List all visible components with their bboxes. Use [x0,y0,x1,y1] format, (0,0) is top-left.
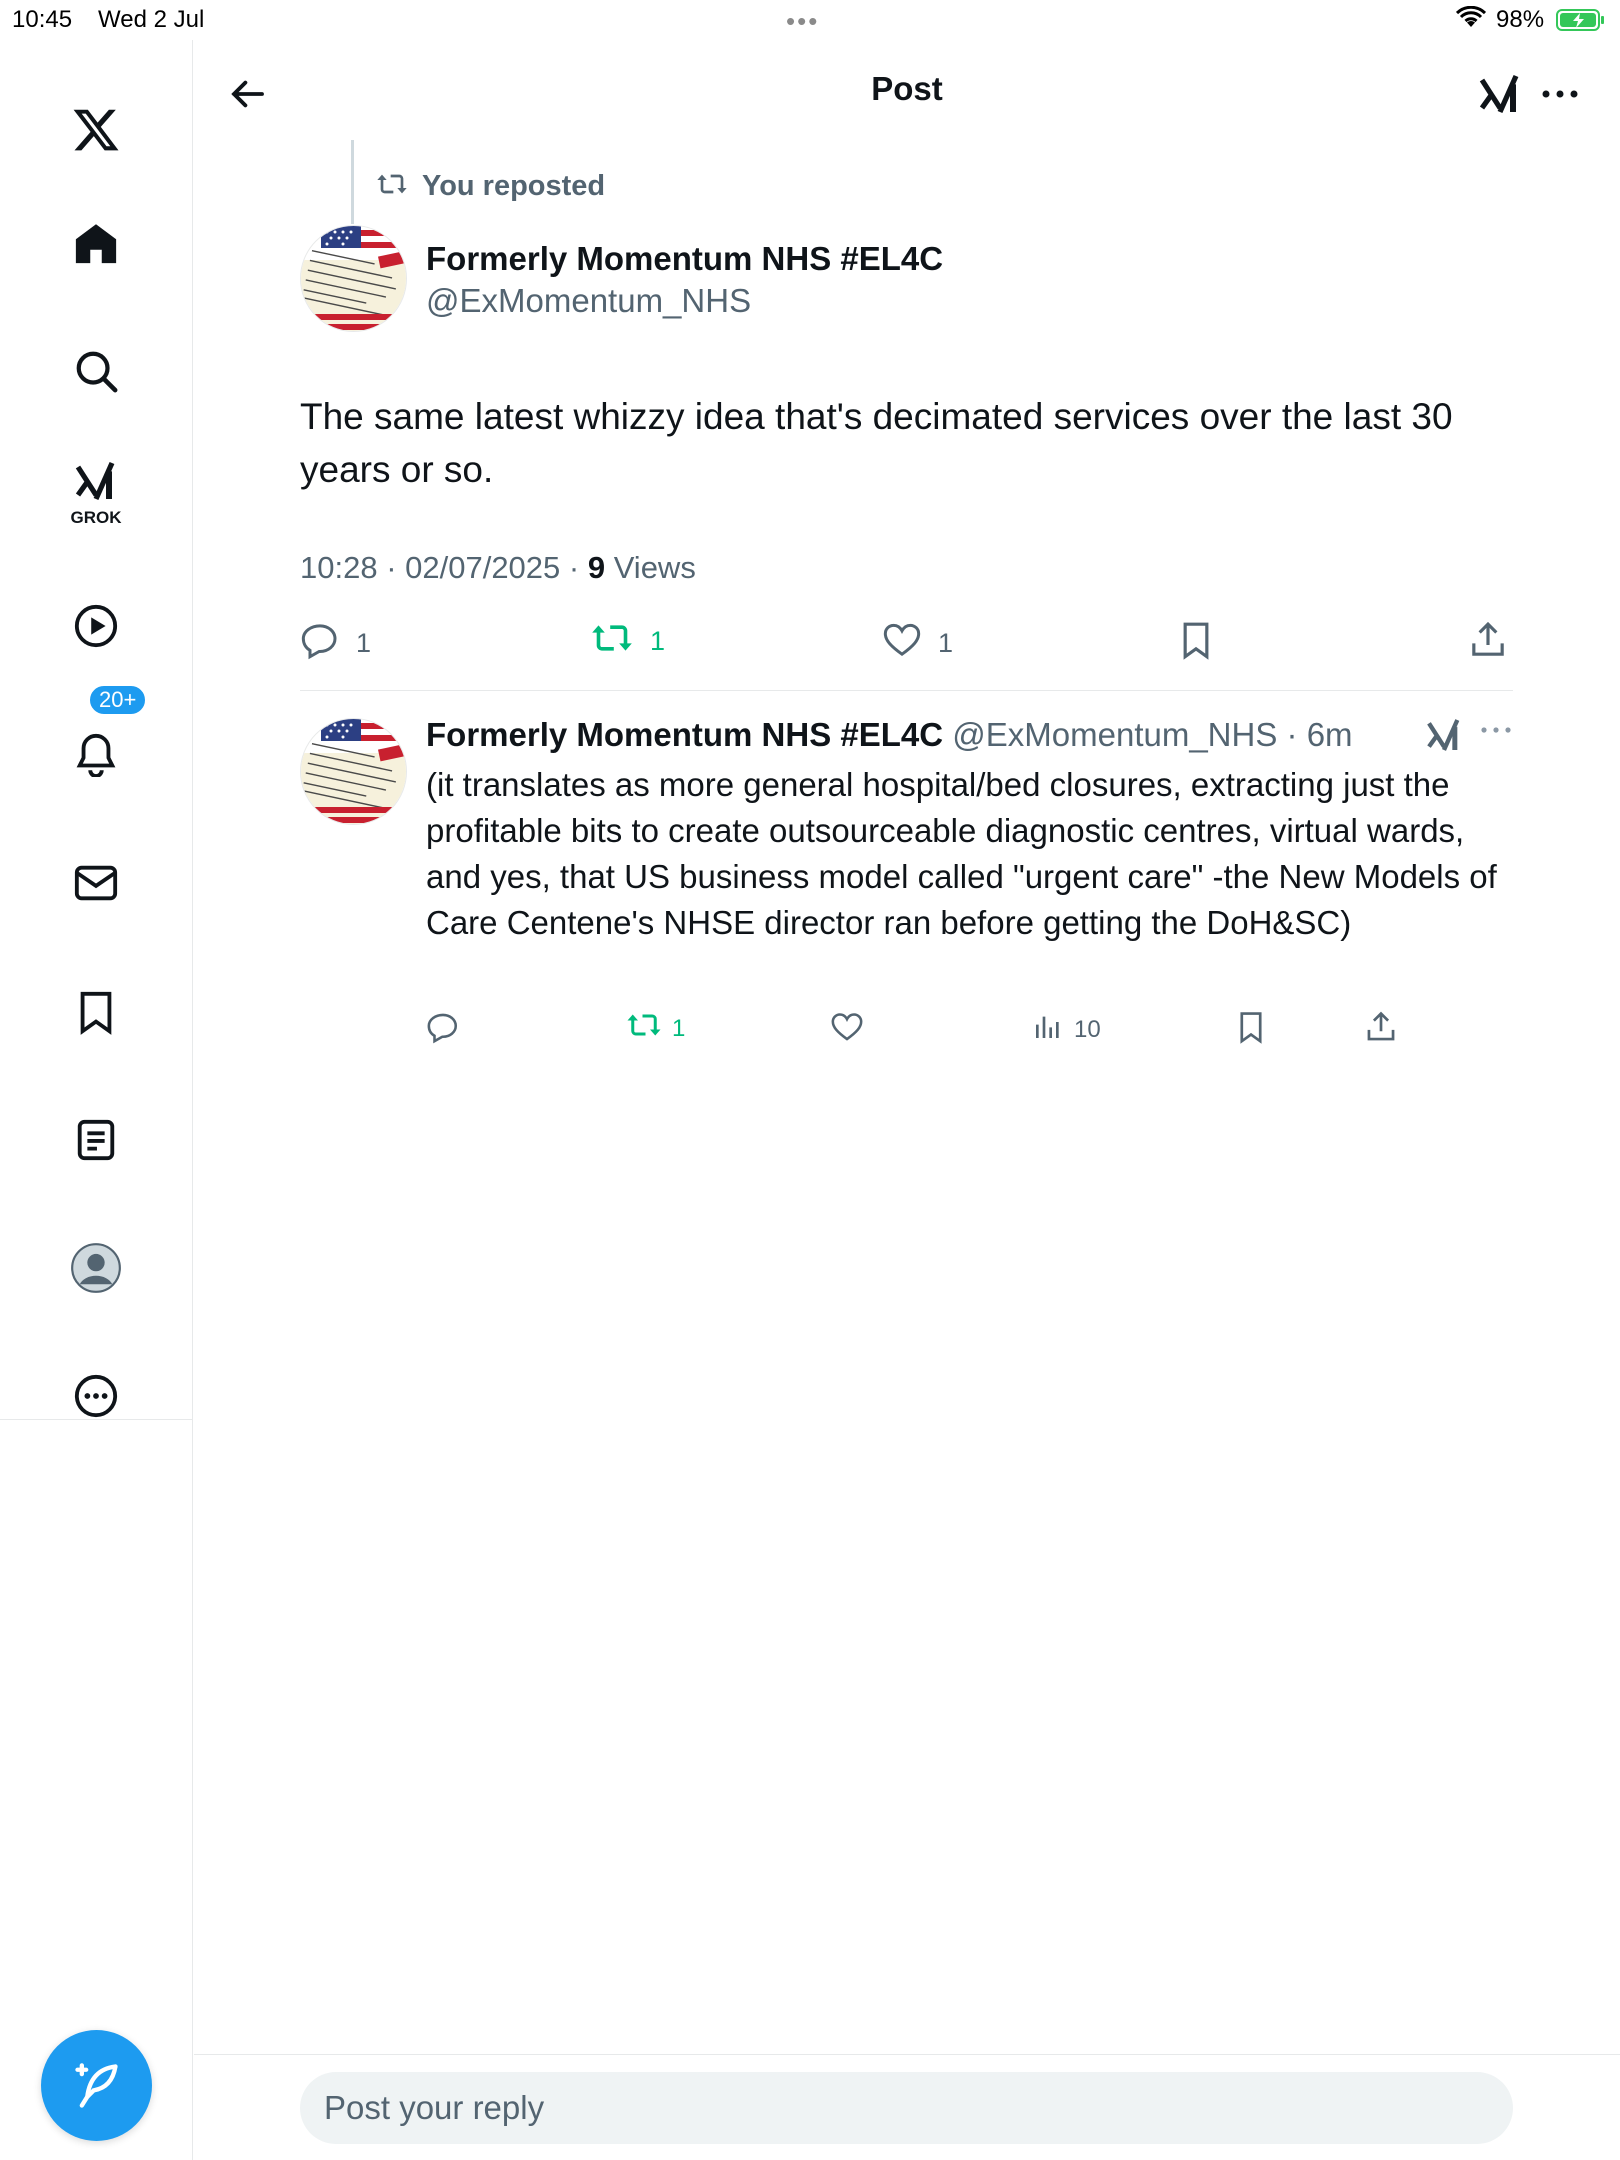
bookmark-button[interactable] [1176,620,1216,667]
wifi-icon [1455,5,1487,35]
status-time: 10:45 [12,6,73,33]
x-logo-icon[interactable] [56,90,136,170]
battery-charging-icon [1556,8,1606,37]
more-icon[interactable] [56,1356,136,1436]
heart-icon [882,620,922,667]
reply-icon [426,1010,460,1051]
lists-icon[interactable] [56,1100,136,1180]
reply-input[interactable] [300,2072,1513,2144]
composer-divider [194,2054,1620,2055]
sidebar: GROK 20+ [0,40,193,2160]
grok-icon[interactable] [1470,64,1530,124]
search-icon[interactable] [56,331,136,411]
reply-like-button[interactable] [830,1010,864,1051]
post-actions: 1 1 1 [300,620,1512,670]
reply-count: 1 [356,628,372,658]
post-header: Post [194,40,1620,140]
avatar[interactable] [300,225,407,332]
reply-views-button[interactable]: 10 [1032,1010,1101,1049]
bookmarks-icon[interactable] [56,972,136,1052]
repost-indicator: You reposted [376,170,605,203]
grok-icon[interactable] [1424,716,1464,759]
reply-reply-button[interactable] [426,1010,460,1051]
bookmark-icon [1176,620,1216,667]
repost-icon [590,620,634,663]
reply-repost-count: 1 [672,1014,686,1042]
reply-actions: 1 10 [426,1010,1426,1050]
reply-text: (it translates as more general hospital/… [426,766,1497,941]
reply-header: Formerly Momentum NHS #EL4C @ExMomentum_… [426,716,1353,753]
multitasking-dots-icon[interactable]: ••• [786,6,819,37]
like-button[interactable]: 1 [882,620,953,667]
views-label: Views [605,550,696,585]
grok-label: GROK [70,508,122,527]
repost-icon [376,170,408,203]
views-icon [1032,1010,1064,1049]
grok-icon[interactable]: GROK [56,450,136,530]
notifications-icon[interactable] [56,714,136,794]
repost-count: 1 [650,626,666,656]
like-count: 1 [938,628,954,658]
post-timestamp[interactable]: 10:28 · 02/07/2025 · [300,550,588,585]
reply-avatar[interactable] [300,718,407,825]
messages-icon[interactable] [56,843,136,923]
profile-icon[interactable] [56,1228,136,1308]
home-icon[interactable] [56,204,136,284]
reply-share-button[interactable] [1364,1010,1398,1051]
reply-button[interactable]: 1 [300,620,371,667]
page-title: Post [871,70,943,107]
reply-age[interactable]: 6m [1307,716,1353,753]
repost-button[interactable]: 1 [590,620,665,663]
battery-percent: 98% [1496,6,1545,33]
post-meta: 10:28 · 02/07/2025 · 9 Views [300,550,696,586]
compose-post-button[interactable] [41,2030,152,2141]
author-name[interactable]: Formerly Momentum NHS #EL4C [426,240,943,278]
video-icon[interactable] [56,586,136,666]
author-handle[interactable]: @ExMomentum_NHS [426,282,751,320]
status-bar: 10:45 Wed 2 Jul ••• 98% [0,0,1620,40]
reply-bookmark-button[interactable] [1234,1010,1268,1051]
sidebar-divider [0,1419,193,1420]
bookmark-icon [1234,1010,1268,1051]
reply-icon [300,620,340,667]
post-divider [300,690,1513,691]
share-icon [1364,1010,1398,1051]
reply-author-name[interactable]: Formerly Momentum NHS #EL4C [426,716,943,753]
repost-icon [626,1010,662,1047]
status-date: Wed 2 Jul [98,6,205,33]
notifications-badge: 20+ [88,684,148,716]
share-icon [1468,620,1508,667]
reply-author-handle[interactable]: @ExMomentum_NHS [952,716,1277,753]
thread-line [351,140,354,224]
repost-label: You reposted [422,170,606,202]
reply-repost-button[interactable]: 1 [626,1010,685,1047]
heart-icon [830,1010,864,1051]
reply-more-icon[interactable] [1480,722,1512,740]
share-button[interactable] [1468,620,1508,667]
more-options-icon[interactable] [1530,64,1590,124]
views-count: 9 [587,550,606,585]
reply-views-count: 10 [1074,1015,1101,1043]
post-text: The same latest whizzy idea that's decim… [300,396,1453,490]
